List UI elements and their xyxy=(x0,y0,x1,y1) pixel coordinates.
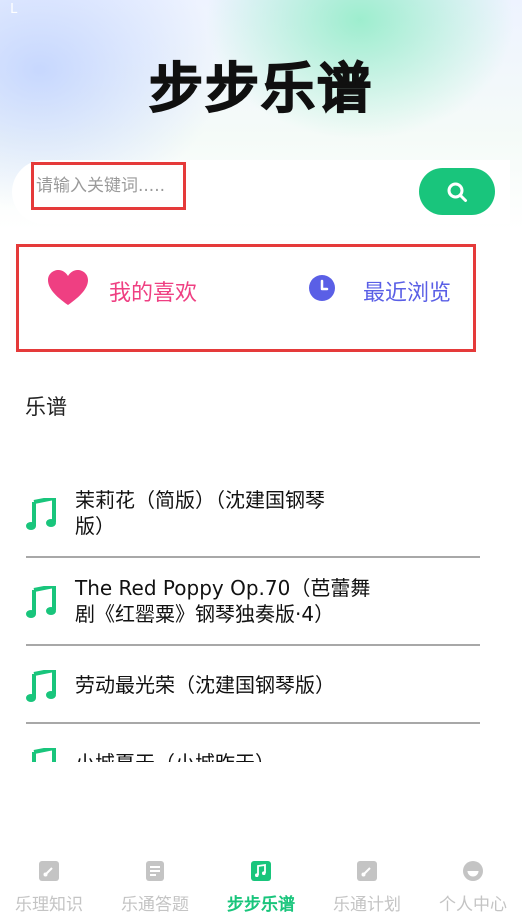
music-note-icon xyxy=(26,586,56,618)
score-list-item[interactable]: 小城夏天（小城昨天） xyxy=(26,724,480,762)
score-list-item[interactable]: 劳动最光荣（沈建国钢琴版） xyxy=(26,646,480,724)
score-list: 茉莉花（简版）（沈建国钢琴 版） The Red Poppy Op.70（芭蕾舞… xyxy=(26,470,480,762)
tab-profile[interactable]: 个人中心 xyxy=(421,850,522,922)
app-title: 步步乐谱 xyxy=(148,56,373,121)
clock-icon xyxy=(309,275,335,301)
search-icon xyxy=(447,182,467,202)
score-title: 劳动最光荣（沈建国钢琴版） xyxy=(75,673,335,697)
plan-icon xyxy=(357,861,377,881)
heart-icon xyxy=(48,270,88,305)
section-title: 乐谱 xyxy=(25,395,67,419)
music-note-icon xyxy=(251,861,271,881)
music-book-icon xyxy=(39,861,59,881)
music-note-icon xyxy=(32,748,56,762)
favorites-label: 我的喜欢 xyxy=(109,281,198,306)
music-note-icon xyxy=(26,498,56,530)
tab-scores[interactable]: 步步乐谱 xyxy=(209,850,313,922)
score-title: 茉莉花（简版）（沈建国钢琴 版） xyxy=(75,488,325,538)
score-title: The Red Poppy Op.70（芭蕾舞 剧《红罂粟》钢琴独奏版·4） xyxy=(75,576,371,626)
tab-plan[interactable]: 乐通计划 xyxy=(315,850,419,922)
document-icon xyxy=(146,861,164,881)
search-input-container xyxy=(31,162,186,210)
quick-links-panel: 我的喜欢 最近浏览 xyxy=(16,244,476,352)
tab-music-theory[interactable]: 乐理知识 xyxy=(0,850,101,922)
app-screen: L 步步乐谱 我的喜欢 最近浏览 乐谱 xyxy=(0,0,522,922)
score-list-item[interactable]: The Red Poppy Op.70（芭蕾舞 剧《红罂粟》钢琴独奏版·4） xyxy=(26,558,480,646)
recent-label: 最近浏览 xyxy=(363,281,452,306)
search-input[interactable] xyxy=(34,165,183,207)
bottom-tab-bar: 乐理知识 乐通答题 步步乐谱 乐通计划 个人中心 xyxy=(0,850,522,922)
music-note-icon xyxy=(26,670,56,702)
tab-quiz[interactable]: 乐通答题 xyxy=(103,850,207,922)
search-button[interactable] xyxy=(419,168,495,215)
person-icon xyxy=(463,861,483,881)
score-list-item[interactable]: 茉莉花（简版）（沈建国钢琴 版） xyxy=(26,470,480,558)
score-title: 小城夏天（小城昨天） xyxy=(75,750,375,762)
status-bar-mark: L xyxy=(10,2,18,17)
